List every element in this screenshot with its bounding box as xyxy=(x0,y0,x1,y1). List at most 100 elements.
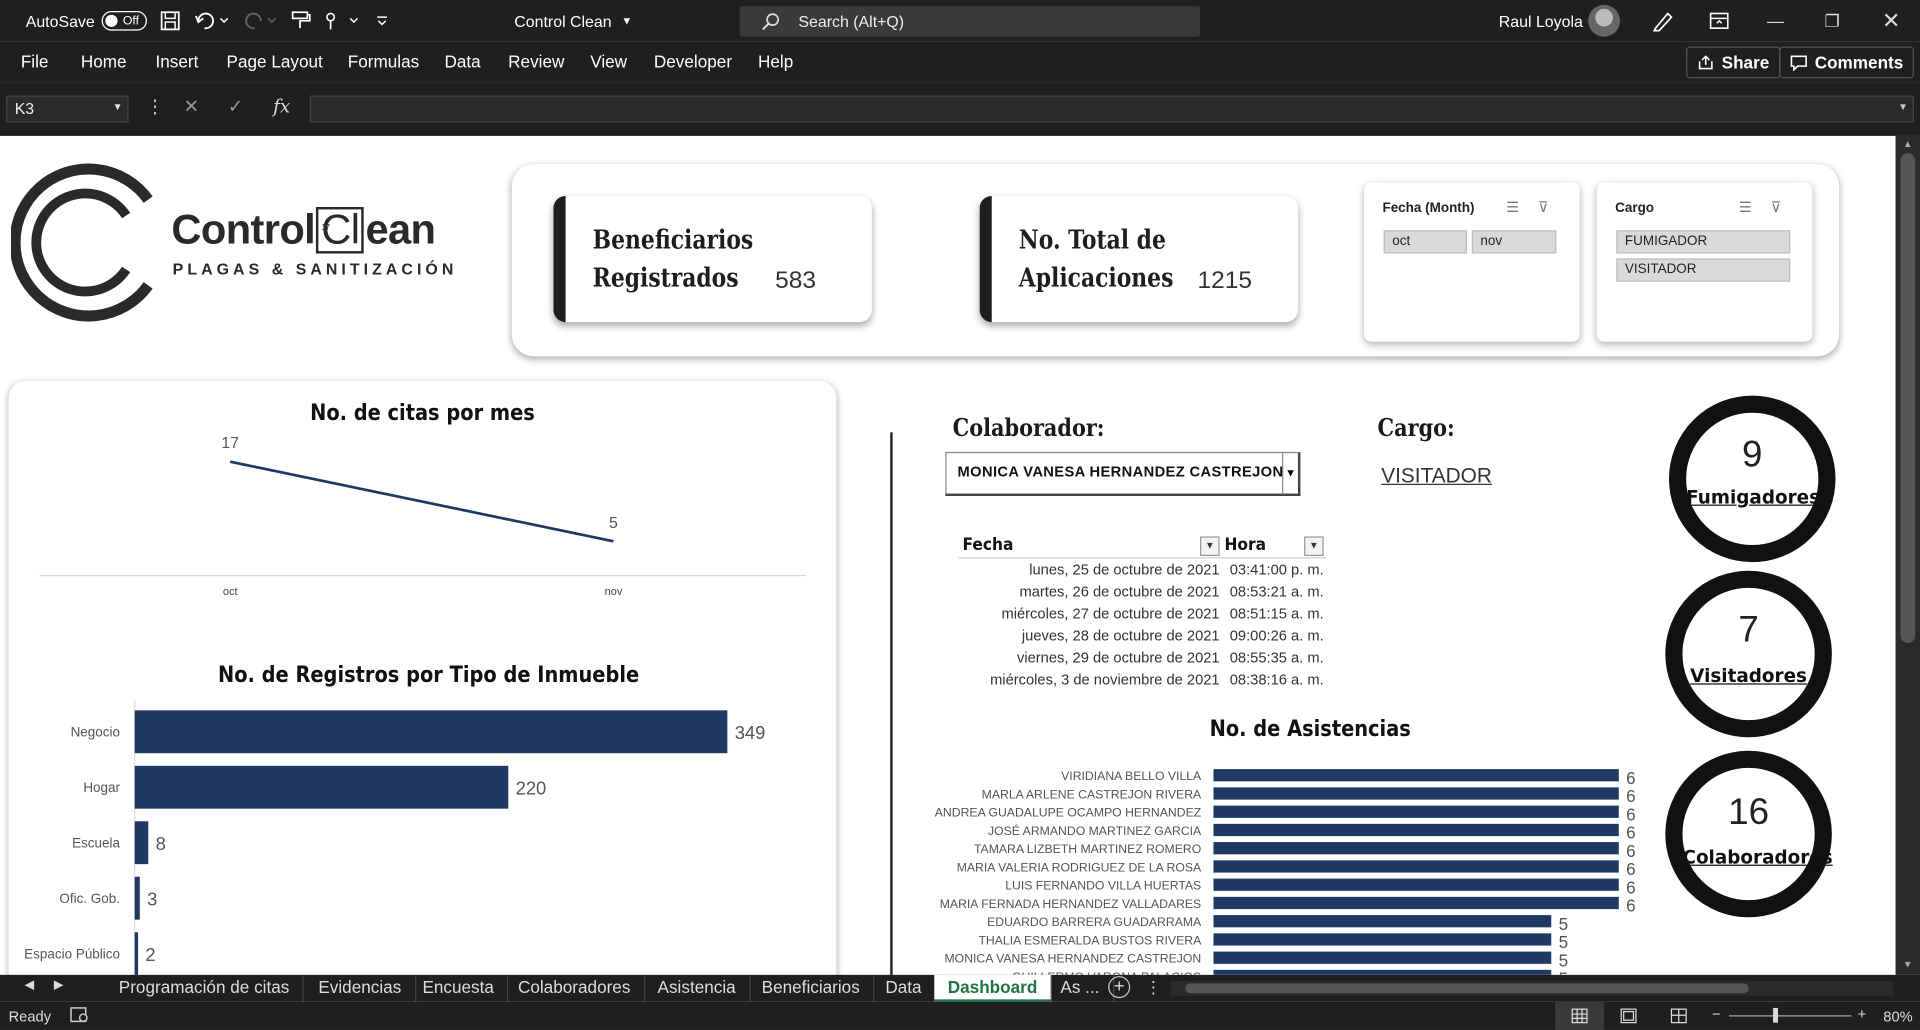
menu-review[interactable]: Review xyxy=(508,42,564,82)
bar[interactable] xyxy=(1213,805,1619,818)
multi-select-icon[interactable]: ☰ xyxy=(1739,198,1752,215)
minimize-icon[interactable]: — xyxy=(1767,0,1784,42)
slicer-item-fumigador[interactable]: FUMIGADOR xyxy=(1616,230,1791,254)
enter-icon[interactable]: ✓ xyxy=(228,96,243,118)
page-layout-view-icon[interactable] xyxy=(1620,1008,1637,1028)
undo-icon[interactable] xyxy=(193,0,230,42)
page-break-view-icon[interactable] xyxy=(1670,1008,1687,1028)
scroll-thumb[interactable] xyxy=(1185,983,1749,994)
more-tabs-icon[interactable]: ⋮ xyxy=(1145,977,1162,998)
bar[interactable] xyxy=(1213,769,1619,782)
bar[interactable] xyxy=(134,821,149,865)
menu-home[interactable]: Home xyxy=(81,42,127,82)
menu-page-layout[interactable]: Page Layout xyxy=(227,42,323,82)
bar[interactable] xyxy=(134,710,728,754)
sheet-tab[interactable]: As ... xyxy=(1047,974,1115,1002)
share-button[interactable]: Share xyxy=(1686,46,1781,79)
bar[interactable] xyxy=(1213,842,1619,855)
touch-mode-icon[interactable] xyxy=(321,0,363,42)
filter-dropdown-icon[interactable]: ▼ xyxy=(1200,536,1220,557)
insert-function-icon[interactable]: fx xyxy=(273,96,290,118)
bar[interactable] xyxy=(134,765,509,809)
bar-chart-inmueble[interactable]: Negocio 349 Hogar 220 Escuela 8 Ofic. Gob. 3 Esp… xyxy=(24,699,820,975)
zoom-in-icon[interactable]: + xyxy=(1858,1005,1867,1022)
zoom-slider-thumb[interactable] xyxy=(1773,1007,1778,1023)
search-input[interactable]: Search (Alt+Q) xyxy=(739,6,1201,37)
restore-icon[interactable]: ❐ xyxy=(1825,0,1840,42)
sheet-tab[interactable]: Programación de citas xyxy=(105,974,305,1002)
slicer-item-visitador[interactable]: VISITADOR xyxy=(1616,258,1791,282)
bar[interactable] xyxy=(1213,878,1619,891)
menu-insert[interactable]: Insert xyxy=(156,42,199,82)
add-sheet-icon[interactable]: + xyxy=(1108,976,1131,999)
bar[interactable] xyxy=(1213,915,1552,928)
avatar[interactable] xyxy=(1588,0,1621,42)
sheet-tab[interactable]: Beneficiarios xyxy=(748,974,875,1002)
vertical-scrollbar[interactable]: ▲ ▼ xyxy=(1895,135,1920,975)
colaborador-dropdown[interactable]: MONICA VANESA HERNANDEZ CASTREJON ▼ xyxy=(945,451,1301,497)
slicer-item-nov[interactable]: nov xyxy=(1471,230,1557,254)
bar[interactable] xyxy=(1213,951,1552,964)
line-series[interactable] xyxy=(229,460,614,543)
customize-toolbar-icon[interactable] xyxy=(373,0,390,42)
autosave[interactable]: AutoSave Off xyxy=(26,0,147,42)
sheet-tab[interactable]: Encuesta xyxy=(409,974,509,1002)
tab-scroll-right-icon[interactable]: ▶ xyxy=(54,979,63,992)
bar[interactable] xyxy=(134,876,140,920)
menu-view[interactable]: View xyxy=(590,42,627,82)
menu-formulas[interactable]: Formulas xyxy=(348,42,419,82)
slicer-cargo[interactable]: Cargo ☰ ⊽ FUMIGADOR VISITADOR xyxy=(1596,182,1813,342)
circle-label: Colaboradores xyxy=(1682,846,1833,869)
menu-help[interactable]: Help xyxy=(758,42,793,82)
horizontal-scrollbar[interactable] xyxy=(1170,980,1894,996)
line-chart-citas[interactable]: 17 oct 5 nov xyxy=(37,425,808,603)
scroll-down-icon[interactable]: ▼ xyxy=(1903,959,1913,970)
sheet-tab[interactable]: Evidencias xyxy=(305,974,416,1002)
menu-data[interactable]: Data xyxy=(444,42,480,82)
clear-filter-icon[interactable]: ⊽ xyxy=(1538,198,1549,215)
more-options-icon[interactable]: ⋮ xyxy=(146,96,164,118)
accessibility-icon[interactable] xyxy=(70,1007,90,1028)
cancel-icon[interactable]: ✕ xyxy=(184,96,199,118)
bar[interactable] xyxy=(1213,860,1619,873)
normal-view-icon[interactable] xyxy=(1555,1001,1605,1030)
tab-scroll-left-icon[interactable]: ◀ xyxy=(24,979,33,992)
slicer-item-oct[interactable]: oct xyxy=(1383,230,1467,254)
bar[interactable] xyxy=(1213,787,1619,800)
scroll-thumb[interactable] xyxy=(1900,153,1916,643)
sheet-tab[interactable]: Asistencia xyxy=(644,974,751,1002)
bar[interactable] xyxy=(1213,896,1619,910)
zoom-out-icon[interactable]: − xyxy=(1712,1005,1721,1022)
clear-filter-icon[interactable]: ⊽ xyxy=(1771,198,1782,215)
slicer-fecha[interactable]: Fecha (Month) ☰ ⊽ oct nov xyxy=(1364,182,1580,342)
zoom-slider[interactable] xyxy=(1728,1015,1852,1017)
bar[interactable] xyxy=(1213,823,1619,837)
chevron-down-icon[interactable]: ▼ xyxy=(1282,453,1298,495)
formula-input[interactable]: ▼ xyxy=(309,95,1914,123)
redo-icon[interactable] xyxy=(241,0,278,42)
bar[interactable] xyxy=(134,932,139,975)
bar-chart-asistencias[interactable]: VIRIDIANA BELLO VILLA 6 MARLA ARLENE CASTR… xyxy=(931,754,1653,975)
multi-select-icon[interactable]: ☰ xyxy=(1506,198,1519,215)
menu-file[interactable]: File xyxy=(21,42,49,82)
save-icon[interactable] xyxy=(159,0,181,42)
name-box[interactable]: K3 ▼ xyxy=(6,95,129,123)
filter-dropdown-icon[interactable]: ▼ xyxy=(1304,536,1324,557)
user-name[interactable]: Raul Loyola xyxy=(1499,0,1583,42)
format-painter-icon[interactable] xyxy=(289,0,313,42)
expand-formula-icon[interactable]: ▼ xyxy=(1898,102,1908,113)
menu-developer[interactable]: Developer xyxy=(654,42,732,82)
sheet-tab[interactable]: Data xyxy=(872,974,937,1002)
scroll-up-icon[interactable]: ▲ xyxy=(1903,138,1913,149)
autosave-toggle[interactable]: Off xyxy=(102,11,147,31)
document-title[interactable]: Control Clean ▼ xyxy=(514,0,632,42)
close-icon[interactable]: ✕ xyxy=(1882,0,1900,42)
sheet-tab[interactable]: Colaboradores xyxy=(504,974,646,1002)
pen-icon[interactable] xyxy=(1651,0,1675,42)
comments-button[interactable]: Comments xyxy=(1779,46,1915,79)
ribbon-display-icon[interactable] xyxy=(1708,0,1730,42)
dashboard-sheet[interactable]: Control 17 Cl ean PLAGAS & SANITIZACIÓN Ben… xyxy=(0,135,1896,975)
bar[interactable] xyxy=(1213,933,1552,946)
sheet-tab[interactable]: Dashboard xyxy=(934,974,1052,1002)
zoom-level[interactable]: 80% xyxy=(1883,1008,1912,1025)
